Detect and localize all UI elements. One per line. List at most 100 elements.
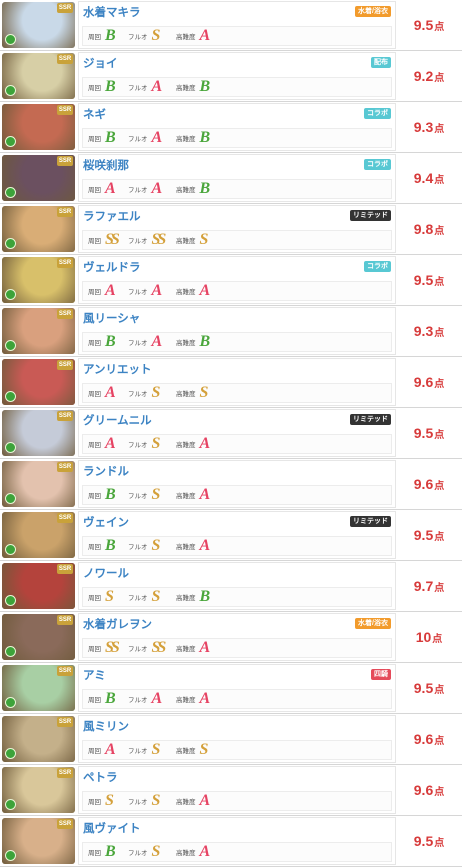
grade-value: A — [151, 282, 163, 299]
score-number: 9.8 — [413, 221, 434, 237]
grade-label: 高難度 — [176, 391, 196, 398]
character-row[interactable]: SSR ランドル 周回 B フルオ S 高難度 A 9.6 点 — [0, 459, 462, 510]
character-name[interactable]: 風リーシャ — [83, 310, 140, 326]
wind-element-icon — [5, 136, 16, 147]
grade-bar: 周回 B フルオ S 高難度 A — [82, 842, 392, 862]
character-portrait[interactable]: SSR — [2, 767, 75, 813]
grade-fullauto: フルオ A — [128, 78, 162, 96]
character-name[interactable]: 風ヴァイト — [83, 820, 141, 836]
ssr-rarity-icon: SSR — [57, 666, 73, 676]
character-portrait[interactable]: SSR — [2, 206, 75, 252]
character-portrait[interactable]: SSR — [2, 563, 75, 609]
character-name[interactable]: グリームニル — [83, 412, 152, 428]
grade-fullauto: フルオ S — [128, 384, 160, 402]
grade-value: SS — [151, 231, 167, 248]
score-number: 9.5 — [413, 680, 434, 696]
character-row[interactable]: SSR 風リーシャ 周回 B フルオ A 高難度 B 9.3 点 — [0, 306, 462, 357]
character-info-panel: ネギ コラボ 周回 B フルオ A 高難度 B — [78, 103, 396, 151]
character-portrait[interactable]: SSR — [2, 461, 75, 507]
grade-difficult: 高難度 B — [176, 78, 210, 96]
character-portrait[interactable]: SSR — [2, 53, 75, 99]
character-name[interactable]: アミ — [83, 667, 106, 683]
character-row[interactable]: SSR ヴェルドラ コラボ 周回 A フルオ A 高難度 A 9.5 点 — [0, 255, 462, 306]
character-name[interactable]: 水着ガレヲン — [83, 616, 152, 632]
character-name[interactable]: ノワール — [83, 565, 129, 581]
score-number: 9.6 — [413, 782, 434, 798]
character-name[interactable]: ペトラ — [83, 769, 118, 785]
character-row[interactable]: SSR ペトラ 周回 S フルオ S 高難度 A 9.6 点 — [0, 765, 462, 816]
grade-label: 高難度 — [176, 34, 196, 41]
character-name[interactable]: ラファエル — [83, 208, 141, 224]
grade-shuukai: 周回 B — [88, 843, 116, 861]
character-row[interactable]: SSR ノワール 周回 S フルオ S 高難度 B 9.7 点 — [0, 561, 462, 612]
character-name[interactable]: 風ミリン — [83, 718, 129, 734]
character-portrait[interactable]: SSR — [2, 716, 75, 762]
grade-fullauto: フルオ A — [128, 180, 162, 198]
score: 9.5 点 — [396, 0, 462, 50]
character-portrait[interactable]: SSR — [2, 818, 75, 864]
grade-value: S — [151, 27, 161, 44]
ssr-rarity-icon: SSR — [57, 156, 73, 166]
grade-fullauto: フルオ S — [128, 741, 160, 759]
category-badge: 四騎 — [371, 669, 391, 680]
character-name[interactable]: ランドル — [83, 463, 129, 479]
ssr-rarity-icon: SSR — [57, 819, 73, 829]
character-name[interactable]: ヴェルドラ — [83, 259, 141, 275]
character-row[interactable]: SSR 水着ガレヲン 水着/浴衣 周回 SS フルオ SS 高難度 A 10 点 — [0, 612, 462, 663]
character-row[interactable]: SSR ネギ コラボ 周回 B フルオ A 高難度 B 9.3 点 — [0, 102, 462, 153]
character-row[interactable]: SSR 水着マキラ 水着/浴衣 周回 B フルオ S 高難度 A 9.5 点 — [0, 0, 462, 51]
ssr-rarity-icon: SSR — [57, 54, 73, 64]
character-portrait[interactable]: SSR — [2, 512, 75, 558]
grade-label: フルオ — [128, 799, 148, 806]
grade-value: S — [151, 792, 161, 809]
character-name[interactable]: アンリエット — [83, 361, 152, 377]
score-unit: 点 — [434, 72, 445, 84]
grade-value: B — [105, 486, 116, 503]
character-row[interactable]: SSR 風ヴァイト 周回 B フルオ S 高難度 A 9.5 点 — [0, 816, 462, 867]
character-portrait[interactable]: SSR — [2, 104, 75, 150]
character-portrait[interactable]: SSR — [2, 2, 75, 48]
character-name[interactable]: ジョイ — [83, 55, 118, 71]
grade-fullauto: フルオ S — [128, 588, 160, 606]
character-portrait[interactable]: SSR — [2, 665, 75, 711]
character-row[interactable]: SSR ヴェイン リミテッド 周回 B フルオ S 高難度 A 9.5 点 — [0, 510, 462, 561]
character-name[interactable]: ネギ — [83, 106, 106, 122]
character-row[interactable]: SSR 風ミリン 周回 A フルオ S 高難度 S 9.6 点 — [0, 714, 462, 765]
score-number: 9.5 — [413, 527, 434, 543]
character-row[interactable]: SSR ジョイ 配布 周回 B フルオ A 高難度 B 9.2 点 — [0, 51, 462, 102]
grade-bar: 周回 B フルオ A 高難度 B — [82, 128, 392, 148]
grade-value: SS — [151, 639, 167, 656]
score-unit: 点 — [434, 837, 445, 849]
score: 9.3 点 — [396, 102, 462, 152]
character-name[interactable]: ヴェイン — [83, 514, 129, 530]
score: 9.6 点 — [396, 765, 462, 815]
character-portrait[interactable]: SSR — [2, 155, 75, 201]
grade-value: B — [105, 333, 116, 350]
category-badge: 水着/浴衣 — [355, 618, 391, 629]
character-portrait[interactable]: SSR — [2, 359, 75, 405]
character-portrait[interactable]: SSR — [2, 308, 75, 354]
character-info-panel: ランドル 周回 B フルオ S 高難度 A — [78, 460, 396, 508]
character-row[interactable]: SSR ラファエル リミテッド 周回 SS フルオ SS 高難度 S 9.8 点 — [0, 204, 462, 255]
character-portrait[interactable]: SSR — [2, 257, 75, 303]
grade-label: 周回 — [88, 442, 101, 449]
character-name[interactable]: 水着マキラ — [83, 4, 141, 20]
score: 9.2 点 — [396, 51, 462, 101]
grade-bar: 周回 A フルオ S 高難度 A — [82, 434, 392, 454]
grade-shuukai: 周回 B — [88, 27, 116, 45]
grade-value: SS — [105, 231, 120, 248]
ssr-rarity-icon: SSR — [57, 258, 73, 268]
character-row[interactable]: SSR グリームニル リミテッド 周回 A フルオ S 高難度 A 9.5 点 — [0, 408, 462, 459]
character-row[interactable]: SSR アミ 四騎 周回 B フルオ A 高難度 A 9.5 点 — [0, 663, 462, 714]
grade-label: 周回 — [88, 646, 101, 653]
grade-label: 周回 — [88, 748, 101, 755]
character-name[interactable]: 桜咲刹那 — [83, 157, 129, 173]
character-row[interactable]: SSR 桜咲刹那 コラボ 周回 A フルオ A 高難度 B 9.4 点 — [0, 153, 462, 204]
score-unit: 点 — [434, 225, 445, 237]
score: 10 点 — [396, 612, 462, 662]
character-portrait[interactable]: SSR — [2, 410, 75, 456]
character-row[interactable]: SSR アンリエット 周回 A フルオ S 高難度 S 9.6 点 — [0, 357, 462, 408]
character-portrait[interactable]: SSR — [2, 614, 75, 660]
grade-fullauto: フルオ SS — [128, 639, 167, 657]
grade-value: A — [199, 690, 211, 707]
